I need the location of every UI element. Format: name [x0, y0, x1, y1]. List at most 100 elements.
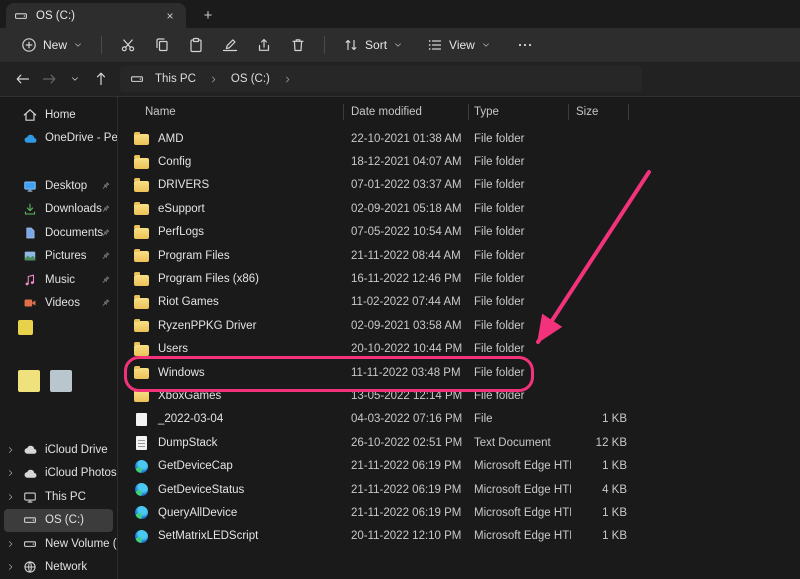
- videos-icon: [22, 295, 38, 311]
- sidebar-item-new-volume-d[interactable]: New Volume (D:): [0, 532, 117, 556]
- new-tab-button[interactable]: +: [197, 4, 219, 26]
- table-row[interactable]: GetDeviceStatus21-11-2022 06:19 PMMicros…: [119, 478, 800, 501]
- column-header-type[interactable]: Type: [474, 106, 571, 118]
- file-type: File folder: [474, 390, 571, 402]
- table-row[interactable]: Users20-10-2022 10:44 PMFile folder: [119, 338, 800, 361]
- file-type: Microsoft Edge HTM...: [474, 460, 571, 472]
- column-separator[interactable]: [628, 104, 629, 120]
- delete-button[interactable]: [283, 30, 313, 60]
- table-row[interactable]: QueryAllDevice21-11-2022 06:19 PMMicroso…: [119, 501, 800, 524]
- date-modified: 20-11-2022 12:10 PM: [351, 530, 474, 542]
- table-row[interactable]: XboxGames13-05-2022 12:14 PMFile folder: [119, 384, 800, 407]
- view-button[interactable]: View: [418, 32, 500, 58]
- file-icon: [133, 411, 149, 427]
- sidebar-section: iCloud DriveiCloud Photos: [0, 438, 117, 485]
- table-row[interactable]: eSupport02-09-2021 05:18 AMFile folder: [119, 197, 800, 220]
- sort-button[interactable]: Sort: [334, 32, 412, 58]
- table-row[interactable]: Windows11-11-2022 03:48 PMFile folder: [119, 361, 800, 384]
- file-name: Windows: [158, 367, 205, 379]
- file-name: Program Files: [158, 250, 230, 262]
- table-row[interactable]: PerfLogs07-05-2022 10:54 AMFile folder: [119, 221, 800, 244]
- table-row[interactable]: Program Files21-11-2022 08:44 AMFile fol…: [119, 244, 800, 267]
- forward-button[interactable]: [36, 66, 62, 92]
- file-name: Program Files (x86): [158, 273, 259, 285]
- sidebar-item-pictures[interactable]: Pictures: [0, 245, 117, 269]
- explorer-tab[interactable]: OS (C:) ×: [6, 3, 186, 28]
- sidebar-item-os-c[interactable]: OS (C:): [4, 509, 113, 533]
- file-name: DumpStack: [158, 437, 217, 449]
- cut-button[interactable]: [113, 30, 143, 60]
- pictures-icon: [22, 248, 38, 264]
- sidebar-item-this-pc[interactable]: This PC: [0, 485, 117, 509]
- sidebar-item-home[interactable]: Home: [0, 103, 117, 127]
- sidebar-item-desktop[interactable]: Desktop: [0, 174, 117, 198]
- date-modified: 22-10-2021 01:38 AM: [351, 133, 474, 145]
- breadcrumb-this-pc[interactable]: This PC: [152, 71, 199, 87]
- file-type: File folder: [474, 133, 571, 145]
- table-row[interactable]: DRIVERS07-01-2022 03:37 AMFile folder: [119, 174, 800, 197]
- paste-button[interactable]: [181, 30, 211, 60]
- column-header-name[interactable]: Name: [129, 106, 351, 118]
- address-box[interactable]: This PC OS (C:): [120, 66, 642, 92]
- file-name: DRIVERS: [158, 179, 209, 191]
- table-row[interactable]: Program Files (x86)16-11-2022 12:46 PMFi…: [119, 267, 800, 290]
- up-arrow-icon: [93, 71, 109, 87]
- table-row[interactable]: GetDeviceCap21-11-2022 06:19 PMMicrosoft…: [119, 454, 800, 477]
- folder-icon: [133, 271, 149, 287]
- sidebar-item-downloads[interactable]: Downloads: [0, 198, 117, 222]
- sidebar-item-label: This PC: [45, 491, 86, 503]
- file-type: File folder: [474, 250, 571, 262]
- cloud-white-icon: [22, 442, 38, 458]
- sidebar-item-documents[interactable]: Documents: [0, 221, 117, 245]
- table-row[interactable]: _2022-03-0404-03-2022 07:16 PMFile1 KB: [119, 408, 800, 431]
- date-modified: 21-11-2022 06:19 PM: [351, 460, 474, 472]
- folder-icon: [133, 177, 149, 193]
- table-row[interactable]: RyzenPPKG Driver02-09-2021 03:58 AMFile …: [119, 314, 800, 337]
- file-name: XboxGames: [158, 390, 221, 402]
- chevron-right-icon: [6, 445, 15, 454]
- thumbnail[interactable]: [18, 320, 33, 335]
- chevron-right-icon[interactable]: [281, 75, 294, 84]
- up-button[interactable]: [88, 66, 114, 92]
- drive-icon: [14, 9, 28, 23]
- sidebar-item-network[interactable]: Network: [0, 556, 117, 579]
- table-row[interactable]: Config18-12-2021 04:07 AMFile folder: [119, 150, 800, 173]
- paste-icon: [188, 37, 204, 53]
- sidebar-item-icloud-photos[interactable]: iCloud Photos: [0, 462, 117, 486]
- sidebar-item-onedrive-persona[interactable]: OneDrive - Persona: [0, 127, 117, 151]
- share-button[interactable]: [249, 30, 279, 60]
- chevron-right-icon[interactable]: [207, 75, 220, 84]
- column-header-date[interactable]: Date modified: [351, 106, 474, 118]
- table-row[interactable]: AMD22-10-2021 01:38 AMFile folder: [119, 127, 800, 150]
- rename-button[interactable]: [215, 30, 245, 60]
- more-options-button[interactable]: [510, 30, 540, 60]
- new-button[interactable]: New: [12, 32, 92, 58]
- recent-locations-button[interactable]: [62, 66, 88, 92]
- thumbnail[interactable]: [50, 370, 72, 392]
- sidebar-item-music[interactable]: Music: [0, 268, 117, 292]
- more-icon: [517, 37, 533, 53]
- table-row[interactable]: DumpStack26-10-2022 02:51 PMText Documen…: [119, 431, 800, 454]
- file-name: RyzenPPKG Driver: [158, 320, 256, 332]
- thumbnail[interactable]: [18, 370, 40, 392]
- sidebar-section: DesktopDownloadsDocuments Pictures MusicVi…: [0, 174, 117, 315]
- copy-button[interactable]: [147, 30, 177, 60]
- back-arrow-icon: [15, 71, 31, 87]
- breadcrumb-os-c[interactable]: OS (C:): [228, 71, 273, 87]
- column-separator[interactable]: [568, 104, 569, 120]
- music-icon: [22, 272, 38, 288]
- sidebar-item-label: Pictures: [45, 250, 87, 262]
- column-separator[interactable]: [343, 104, 344, 120]
- drive-icon: [22, 512, 38, 528]
- sidebar-item-icloud-drive[interactable]: iCloud Drive: [0, 438, 117, 462]
- back-button[interactable]: [10, 66, 36, 92]
- folder-icon: [133, 318, 149, 334]
- sidebar-section: HomeOneDrive - Persona: [0, 103, 117, 150]
- tab-close-button[interactable]: ×: [162, 8, 178, 24]
- edge-icon: [133, 528, 149, 544]
- table-row[interactable]: Riot Games11-02-2022 07:44 AMFile folder: [119, 291, 800, 314]
- date-modified: 07-05-2022 10:54 AM: [351, 226, 474, 238]
- sidebar-item-videos[interactable]: Videos: [0, 292, 117, 316]
- table-row[interactable]: SetMatrixLEDScript20-11-2022 12:10 PMMic…: [119, 525, 800, 548]
- column-separator[interactable]: [468, 104, 469, 120]
